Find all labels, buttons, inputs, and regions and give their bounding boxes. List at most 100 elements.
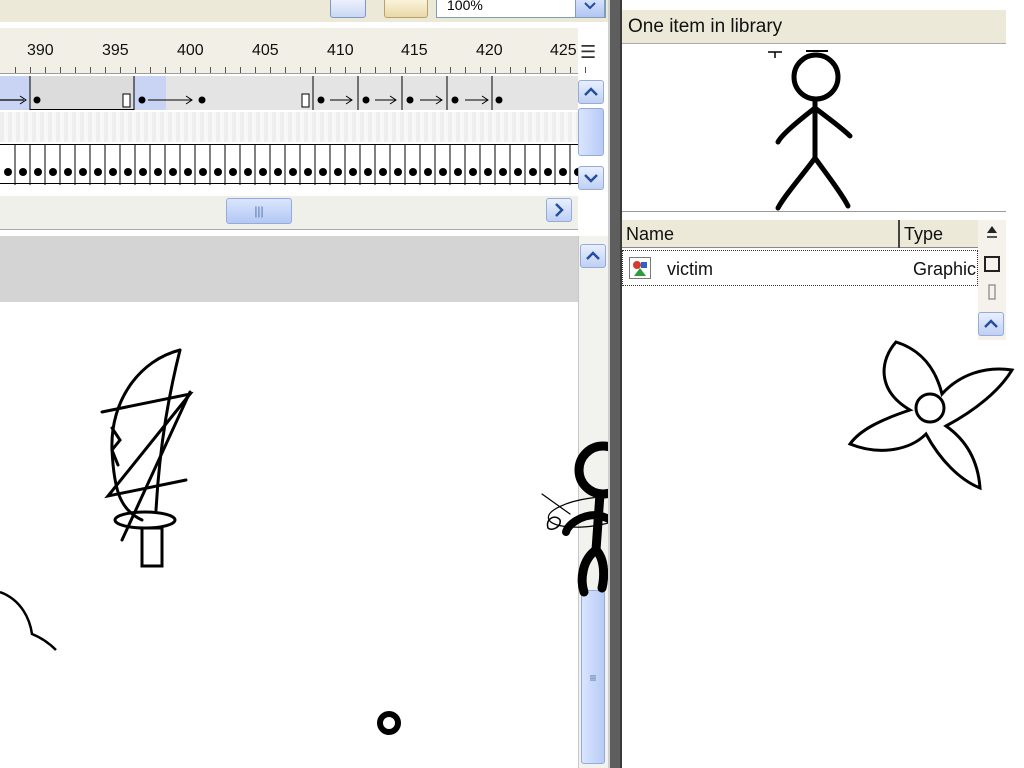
column-type-header[interactable]: Type	[904, 224, 943, 245]
keyframe-dot	[544, 168, 552, 176]
timeline-hscroll-thumb[interactable]: |||	[226, 198, 292, 224]
keyframe-dot	[19, 168, 27, 176]
keyframe-dot	[424, 168, 432, 176]
ruler-tick	[495, 67, 496, 73]
narrow-view-button[interactable]	[980, 282, 1004, 306]
sort-order-button[interactable]	[980, 222, 1004, 246]
ruler-tick	[150, 67, 151, 73]
stage-drawing	[0, 348, 640, 735]
keyframe-dot	[274, 168, 282, 176]
ruler-tick	[180, 67, 181, 73]
keyframe-dot	[529, 168, 537, 176]
ruler-tick	[195, 67, 196, 73]
ruler-tick	[360, 67, 361, 73]
column-name-header[interactable]: Name	[626, 224, 674, 245]
ruler-tick	[105, 67, 106, 73]
keyframe-dot	[124, 168, 132, 176]
ruler-number: 420	[476, 42, 503, 59]
ruler-number: 400	[177, 42, 204, 59]
library-side-toolbar	[978, 220, 1006, 340]
stage-scroll-up-button[interactable]	[580, 244, 606, 268]
keyframe-dot	[229, 168, 237, 176]
keyframe-dot	[439, 168, 447, 176]
ruler-tick	[480, 67, 481, 73]
chevron-down-icon	[584, 174, 598, 183]
ruler-tick	[285, 67, 286, 73]
timeline-frame-ruler[interactable]: 390 395 400 405 410 415 420 425	[0, 28, 586, 74]
keyframe-dot	[4, 168, 12, 176]
scroll-up-button[interactable]	[578, 80, 604, 104]
keyframe-dot	[139, 168, 147, 176]
keyframe-dot	[64, 168, 72, 176]
edit-symbols-button[interactable]	[384, 0, 428, 18]
keyframe-dot	[349, 168, 357, 176]
ruler-tick	[510, 67, 511, 73]
ruler-tick	[30, 67, 31, 73]
chevron-up-icon	[586, 251, 600, 260]
timeline-layer-row[interactable]	[0, 112, 578, 142]
workspace-pasteboard	[0, 236, 578, 302]
narrow-view-icon	[988, 284, 996, 300]
ruler-tick	[435, 67, 436, 73]
ruler-tick	[585, 67, 586, 73]
keyframe-dot	[499, 168, 507, 176]
keyframe-dot	[79, 168, 87, 176]
keyframe-dot	[214, 168, 222, 176]
column-divider[interactable]	[898, 220, 900, 248]
ruler-tick	[450, 67, 451, 73]
wide-view-button[interactable]	[980, 254, 1004, 278]
keyframe-dot	[34, 168, 42, 176]
wide-view-icon	[984, 256, 1000, 272]
panel-splitter[interactable]	[608, 0, 622, 768]
keyframes-track	[4, 145, 586, 185]
keyframe-dot	[514, 168, 522, 176]
ruler-number: 405	[252, 42, 279, 59]
library-item-type: Graphic	[913, 259, 977, 279]
keyframe-dot	[364, 168, 372, 176]
ruler-tick	[390, 67, 391, 73]
ruler-tick	[135, 67, 136, 73]
ruler-tick	[345, 67, 346, 73]
chevron-down-icon	[584, 2, 596, 10]
keyframe-dot	[334, 168, 342, 176]
ruler-tick	[375, 67, 376, 73]
ruler-tick	[270, 67, 271, 73]
ruler-number: 410	[327, 42, 354, 59]
library-column-header[interactable]: Name Type	[622, 220, 978, 248]
ruler-tick	[240, 67, 241, 73]
keyframes-track	[0, 76, 578, 110]
keyframe-dot	[49, 168, 57, 176]
keyframe-dot	[379, 168, 387, 176]
graphic-symbol-icon	[629, 257, 651, 279]
timeline-layer-row[interactable]	[0, 144, 586, 185]
zoom-dropdown-button[interactable]	[575, 0, 605, 18]
ruler-tick	[45, 67, 46, 73]
keyframe-dot	[454, 168, 462, 176]
ruler-tick	[90, 67, 91, 73]
keyframe-dot	[184, 168, 192, 176]
keyframe-dot	[94, 168, 102, 176]
scroll-down-button[interactable]	[578, 166, 604, 190]
edit-scene-button[interactable]	[330, 0, 366, 18]
ruler-tick	[330, 67, 331, 73]
ruler-tick	[405, 67, 406, 73]
keyframe-dot	[199, 168, 207, 176]
timeline-layer-row[interactable]	[0, 76, 578, 110]
timeline-scroll-thumb[interactable]	[578, 108, 604, 156]
ruler-tick	[315, 67, 316, 73]
ruler-tick	[570, 67, 571, 73]
ruler-tick	[165, 67, 166, 73]
ruler-tick	[120, 67, 121, 73]
ruler-tick	[300, 67, 301, 73]
panel-menu-icon[interactable]: ☰	[580, 40, 604, 64]
library-item-row[interactable]: victim Graphic	[622, 250, 978, 286]
keyframe-dot	[319, 168, 327, 176]
ruler-tick	[15, 67, 16, 73]
sword-drawing	[100, 348, 194, 568]
scroll-right-button[interactable]	[546, 198, 572, 222]
ruler-number: 425	[550, 42, 577, 59]
keyframe-dot	[259, 168, 267, 176]
ruler-tick	[555, 67, 556, 73]
library-preview	[622, 46, 1006, 212]
keyframe-dot	[304, 168, 312, 176]
